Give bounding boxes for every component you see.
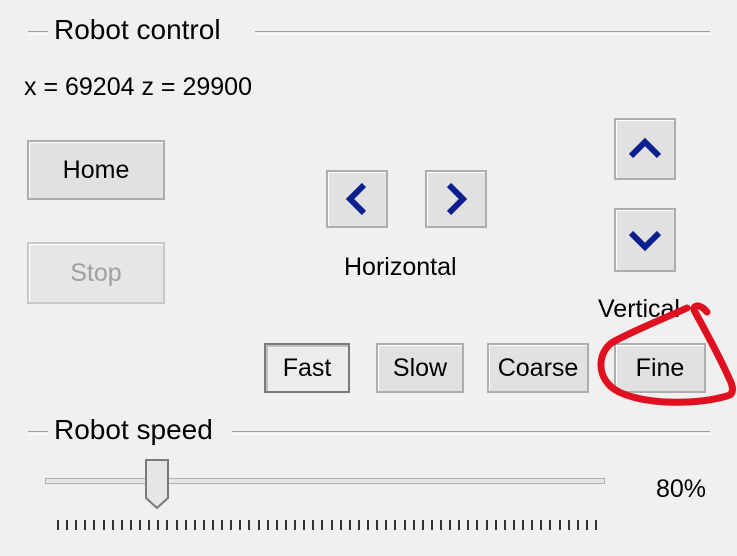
slider-tick [148, 520, 151, 530]
slider-tick [139, 520, 142, 530]
slider-tick [394, 520, 397, 530]
slider-tick [202, 520, 205, 530]
slider-tick [512, 520, 515, 530]
slider-tick [257, 520, 260, 530]
slider-tick [75, 520, 78, 530]
move-right-button[interactable] [425, 170, 487, 228]
chevron-up-icon [628, 137, 662, 159]
slider-tick [120, 520, 123, 530]
slider-tick [449, 520, 452, 530]
slider-tick [367, 520, 370, 530]
slider-tick [412, 520, 415, 530]
robot-speed-group-line-right [232, 431, 710, 435]
slider-tick [585, 520, 588, 530]
fast-button[interactable]: Fast [264, 343, 350, 393]
slider-tick [221, 520, 224, 530]
slider-tick [248, 520, 251, 530]
horizontal-label: Horizontal [344, 253, 457, 281]
chevron-right-icon [446, 182, 468, 216]
slider-tick [266, 520, 269, 530]
slider-tick [184, 520, 187, 530]
speed-slider-track[interactable] [45, 478, 605, 484]
speed-slider-ticks [57, 520, 597, 530]
slider-tick [503, 520, 506, 530]
slider-tick [93, 520, 96, 530]
stop-button[interactable]: Stop [27, 242, 165, 304]
slider-tick [403, 520, 406, 530]
slider-tick [421, 520, 424, 530]
slider-tick [549, 520, 552, 530]
slider-tick [439, 520, 442, 530]
slider-tick [595, 520, 597, 530]
slow-button[interactable]: Slow [376, 343, 464, 393]
speed-value: 80% [656, 475, 707, 503]
slider-tick [485, 520, 488, 530]
move-left-button[interactable] [326, 170, 388, 228]
slider-tick [385, 520, 388, 530]
slider-tick [84, 520, 87, 530]
slider-tick [576, 520, 579, 530]
slider-tick [275, 520, 278, 530]
speed-slider-thumb[interactable] [144, 458, 170, 510]
slider-tick [522, 520, 525, 530]
slider-tick [339, 520, 342, 530]
robot-speed-group-line-left [28, 431, 48, 435]
position-readout: x = 69204 z = 29900 [24, 73, 252, 101]
slider-tick [157, 520, 160, 530]
slider-tick [558, 520, 561, 530]
robot-speed-group-title: Robot speed [50, 414, 217, 446]
robot-control-group-line-left [28, 31, 48, 35]
slider-tick [284, 520, 287, 530]
slider-tick [567, 520, 570, 530]
slider-tick [348, 520, 351, 530]
slider-tick [230, 520, 233, 530]
slider-tick [102, 520, 105, 530]
slider-tick [193, 520, 196, 530]
slider-tick [239, 520, 242, 530]
slider-tick [166, 520, 169, 530]
slider-tick [476, 520, 479, 530]
chevron-left-icon [345, 182, 367, 216]
slider-tick [376, 520, 379, 530]
move-down-button[interactable] [614, 208, 676, 272]
slider-tick [111, 520, 114, 530]
slider-tick [531, 520, 534, 530]
slider-tick [494, 520, 497, 530]
robot-control-group-line-right [255, 31, 710, 35]
home-button[interactable]: Home [27, 140, 165, 200]
slider-tick [540, 520, 543, 530]
slider-tick [321, 520, 324, 530]
move-up-button[interactable] [614, 118, 676, 180]
chevron-down-icon [628, 230, 662, 252]
coarse-button[interactable]: Coarse [487, 343, 589, 393]
slider-tick [212, 520, 215, 530]
slider-tick [57, 520, 59, 530]
slider-tick [312, 520, 315, 530]
slider-tick [303, 520, 306, 530]
robot-control-group-title: Robot control [50, 14, 225, 46]
slider-tick [294, 520, 297, 530]
slider-tick [430, 520, 433, 530]
slider-tick [66, 520, 69, 530]
slider-tick [357, 520, 360, 530]
slider-tick [458, 520, 461, 530]
slider-tick [467, 520, 470, 530]
slider-tick [330, 520, 333, 530]
red-circle-annotation [597, 302, 736, 406]
slider-tick [129, 520, 132, 530]
slider-tick [175, 520, 178, 530]
